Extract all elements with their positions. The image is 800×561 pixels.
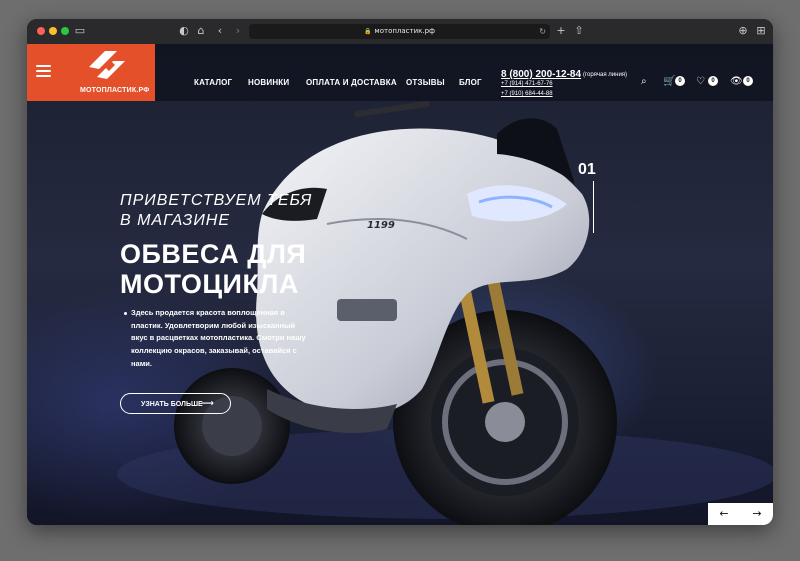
home-icon[interactable]: ⌂ [194, 24, 208, 38]
zoom-window-button[interactable] [61, 27, 69, 35]
learn-more-label: УЗНАТЬ БОЛЬШЕ [141, 401, 203, 408]
slider-arrows: ← → [708, 503, 773, 525]
logo-mark-icon [89, 51, 125, 79]
shield-icon[interactable]: ◐ [177, 24, 191, 38]
logo-text: МОТОПЛАСТИК.РФ [80, 87, 150, 94]
logo-block[interactable]: МОТОПЛАСТИК.РФ [27, 44, 155, 101]
phone-tertiary-link[interactable]: +7 (910) 684-44-88 [501, 91, 553, 97]
greeting-line-1: ПРИВЕТСТВУЕМ ТЕБЯ [120, 192, 313, 209]
next-slide-button[interactable]: → [741, 503, 773, 525]
cart-count-badge: 0 [675, 76, 685, 86]
new-tab-icon[interactable]: + [554, 24, 568, 38]
menu-icon[interactable] [36, 65, 51, 77]
search-icon[interactable]: ⌕ [641, 77, 647, 87]
nav-blog[interactable]: БЛОГ [459, 78, 482, 87]
address-bar[interactable]: 🔒 мотопластик.рф ↻ [249, 24, 550, 39]
arrow-right-icon: ⟶ [201, 399, 214, 409]
minimize-window-button[interactable] [49, 27, 57, 35]
cart-icon[interactable]: 🛒 [663, 77, 675, 87]
reload-icon[interactable]: ↻ [539, 24, 546, 39]
download-icon[interactable]: ⊕ [736, 24, 750, 38]
site-header: МОТОПЛАСТИК.РФ КАТАЛОГ НОВИНКИ ОПЛАТА И … [27, 44, 773, 101]
greeting-line-2: В МАГАЗИНЕ [120, 212, 231, 229]
forward-icon[interactable]: › [231, 24, 245, 38]
prev-slide-button[interactable]: ← [708, 503, 740, 525]
learn-more-button[interactable]: УЗНАТЬ БОЛЬШЕ ⟶ [120, 393, 231, 414]
share-icon[interactable]: ⇧ [572, 24, 586, 38]
eye-icon[interactable]: 👁 [730, 77, 743, 87]
hero-description: Здесь продается красота воплощенная в пл… [124, 307, 313, 371]
back-icon[interactable]: ‹ [213, 24, 227, 38]
slide-number: 01 [578, 161, 596, 178]
arrow-left-icon: ← [719, 507, 729, 520]
sidebar-icon[interactable]: ▭ [73, 24, 87, 38]
nav-payment-delivery[interactable]: ОПЛАТА И ДОСТАВКА [306, 78, 397, 87]
website: 1199 МОТОПЛАСТИК.РФ КАТАЛОГ НОВИНКИ ОПЛА… [27, 44, 773, 525]
nav-catalog[interactable]: КАТАЛОГ [194, 78, 232, 87]
heart-icon[interactable]: ♡ [696, 77, 705, 87]
wishlist-count-badge: 0 [708, 76, 718, 86]
browser-toolbar: ▭ ◐ ⌂ ‹ › 🔒 мотопластик.рф ↻ + ⇧ ⊕ ⊞ [27, 19, 773, 45]
close-window-button[interactable] [37, 27, 45, 35]
phone-secondary-link[interactable]: +7 (914) 471-67-76 [501, 81, 553, 87]
phone-note: (горячая линия) [583, 72, 628, 78]
url-text: мотопластик.рф [374, 27, 436, 35]
nav-reviews[interactable]: ОТЗЫВЫ [406, 78, 445, 87]
hero-title-line-1: ОБВЕСА ДЛЯ [120, 239, 307, 269]
viewed-count-badge: 0 [743, 76, 753, 86]
arrow-right-icon: → [752, 507, 762, 520]
nav-new[interactable]: НОВИНКИ [248, 78, 289, 87]
hero-title-line-2: МОТОЦИКЛА [120, 269, 299, 299]
slide-indicator-line [593, 181, 594, 233]
phone-main-link[interactable]: 8 (800) 200-12-84 [501, 69, 581, 80]
tab-overview-icon[interactable]: ⊞ [754, 24, 768, 38]
lock-icon: 🔒 [363, 28, 372, 35]
browser-window: ▭ ◐ ⌂ ‹ › 🔒 мотопластик.рф ↻ + ⇧ ⊕ ⊞ 119… [27, 19, 773, 525]
bike-model-label: 1199 [367, 220, 395, 231]
